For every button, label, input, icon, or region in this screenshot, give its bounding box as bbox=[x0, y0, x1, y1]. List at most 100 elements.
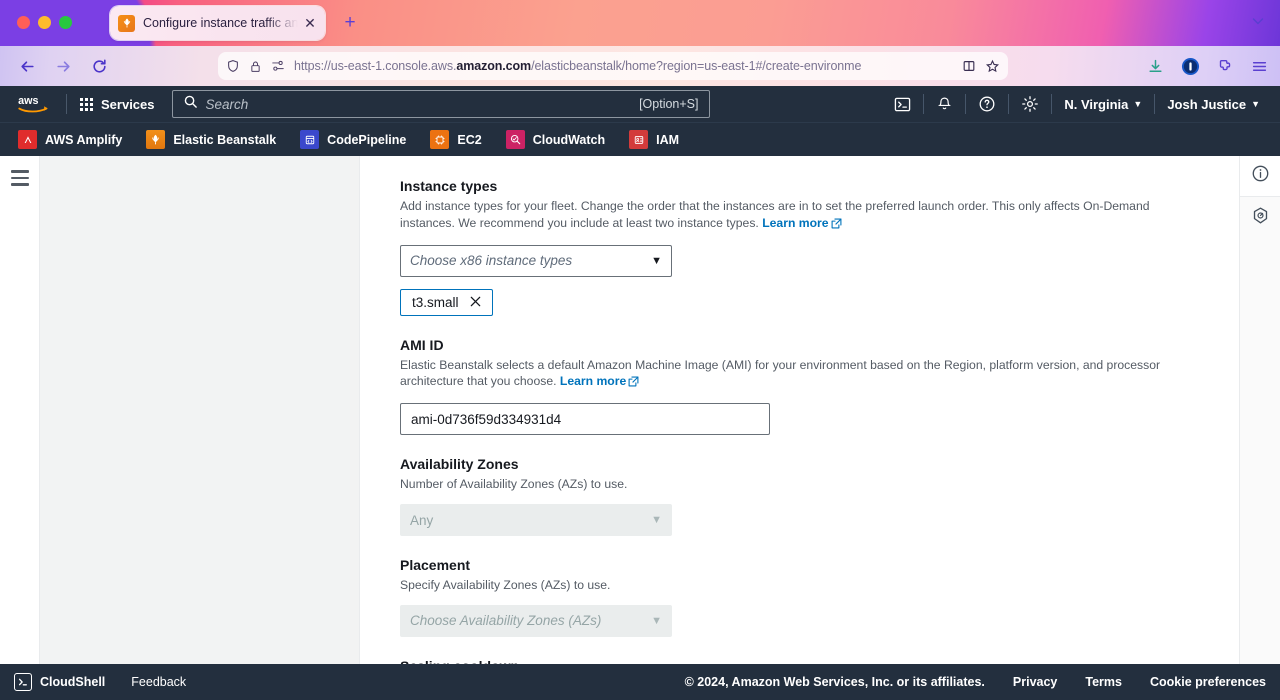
ami-id-section: AMI ID Elastic Beanstalk selects a defau… bbox=[400, 337, 1199, 436]
svg-text:aws: aws bbox=[18, 95, 38, 107]
search-icon bbox=[183, 94, 198, 114]
account-avatar-icon[interactable] bbox=[1181, 57, 1200, 76]
instance-types-learn-more-link[interactable]: Learn more bbox=[762, 216, 828, 230]
url-domain: amazon.com bbox=[456, 59, 532, 73]
window-controls[interactable] bbox=[17, 16, 72, 29]
services-label: Services bbox=[101, 96, 155, 112]
instance-types-select[interactable]: Choose x86 instance types ▼ bbox=[400, 244, 672, 277]
close-window-button[interactable] bbox=[17, 16, 30, 29]
availability-zones-label: Availability Zones bbox=[400, 456, 519, 473]
info-panel-button[interactable] bbox=[1240, 156, 1280, 197]
info-icon bbox=[1251, 164, 1270, 188]
instance-type-token[interactable]: t3.small bbox=[400, 288, 493, 316]
notifications-button[interactable] bbox=[924, 92, 965, 117]
chevron-down-icon: ▼ bbox=[651, 614, 662, 627]
services-menu-button[interactable]: Services bbox=[71, 92, 164, 117]
external-link-icon bbox=[831, 217, 842, 234]
browser-menu-icon[interactable] bbox=[1251, 58, 1268, 75]
side-panel bbox=[40, 156, 360, 680]
chevron-down-icon[interactable] bbox=[1250, 13, 1266, 32]
left-navigation-rail bbox=[0, 156, 40, 680]
account-menu[interactable]: Josh Justice ▼ bbox=[1155, 93, 1272, 116]
reload-icon[interactable] bbox=[86, 53, 112, 79]
browser-tab-title: Configure instance traffic and s bbox=[143, 16, 301, 30]
instance-types-select-value: Choose x86 instance types bbox=[410, 253, 573, 269]
right-help-rail bbox=[1240, 156, 1280, 680]
main-content: Instance types Add instance types for yo… bbox=[360, 156, 1240, 680]
search-placeholder: Search bbox=[205, 96, 249, 112]
help-button[interactable] bbox=[966, 91, 1008, 117]
favorite-label: CloudWatch bbox=[532, 132, 606, 147]
aws-amplify-icon bbox=[18, 130, 37, 149]
search-shortcut: [Option+S] bbox=[639, 97, 699, 111]
browser-tab[interactable]: Configure instance traffic and s ✕ bbox=[110, 6, 325, 40]
shield-panel-button[interactable] bbox=[1240, 197, 1280, 238]
maximize-window-button[interactable] bbox=[59, 16, 72, 29]
footer-cloudshell-button[interactable]: CloudShell bbox=[14, 673, 105, 691]
aws-logo[interactable]: aws bbox=[6, 93, 62, 115]
extensions-icon[interactable] bbox=[1217, 58, 1234, 75]
availability-zones-section: Availability Zones Number of Availabilit… bbox=[400, 456, 1199, 537]
footer-copyright: © 2024, Amazon Web Services, Inc. or its… bbox=[684, 675, 985, 689]
cloudshell-icon bbox=[14, 673, 32, 691]
remove-token-button[interactable] bbox=[469, 295, 482, 310]
elastic-beanstalk-icon bbox=[146, 130, 166, 149]
new-tab-button[interactable]: + bbox=[340, 13, 360, 33]
ami-id-learn-more-link[interactable]: Learn more bbox=[560, 374, 626, 388]
favorite-elastic-beanstalk[interactable]: Elastic Beanstalk bbox=[146, 130, 276, 149]
search-input[interactable]: Search [Option+S] bbox=[171, 90, 710, 118]
browser-tab-strip: Configure instance traffic and s ✕ + bbox=[0, 0, 1280, 46]
close-tab-button[interactable]: ✕ bbox=[301, 14, 319, 32]
chevron-down-icon: ▼ bbox=[651, 514, 662, 527]
instance-types-label: Instance types bbox=[400, 178, 498, 194]
ami-id-input[interactable]: ami-0d736f59d334931d4 bbox=[400, 403, 770, 436]
shield-icon[interactable] bbox=[226, 59, 240, 73]
settings-button[interactable] bbox=[1009, 91, 1051, 117]
chevron-down-icon: ▼ bbox=[1251, 99, 1260, 109]
permissions-icon[interactable] bbox=[271, 59, 285, 73]
page-body: Instance types Add instance types for yo… bbox=[0, 156, 1280, 680]
region-label: N. Virginia bbox=[1064, 96, 1129, 112]
instance-types-section: Instance types Add instance types for yo… bbox=[400, 178, 1199, 316]
download-icon[interactable] bbox=[1147, 58, 1164, 75]
iam-icon bbox=[629, 130, 649, 149]
region-selector[interactable]: N. Virginia ▼ bbox=[1052, 93, 1154, 116]
chevron-down-icon: ▼ bbox=[1133, 99, 1143, 109]
favorite-codepipeline[interactable]: CodePipeline bbox=[300, 130, 406, 149]
back-icon[interactable] bbox=[14, 53, 40, 79]
favorite-ec2[interactable]: EC2 bbox=[430, 130, 482, 149]
availability-zones-select[interactable]: Any ▼ bbox=[400, 504, 672, 537]
footer-cookie-preferences-link[interactable]: Cookie preferences bbox=[1150, 675, 1266, 689]
cloudshell-button[interactable] bbox=[882, 92, 923, 117]
cloudwatch-icon bbox=[505, 130, 525, 149]
url-path: /elasticbeanstalk/home?region=us-east-1#… bbox=[531, 59, 862, 73]
placement-section: Placement Specify Availability Zones (AZ… bbox=[400, 557, 1199, 637]
reader-icon[interactable] bbox=[962, 59, 976, 73]
placement-select[interactable]: Choose Availability Zones (AZs) ▼ bbox=[400, 604, 672, 637]
page-footer: CloudShell Feedback © 2024, Amazon Web S… bbox=[0, 664, 1280, 700]
forward-icon[interactable] bbox=[50, 53, 76, 79]
address-bar[interactable]: https://us-east-1.console.aws.amazon.com… bbox=[218, 52, 1008, 80]
bookmark-star-icon[interactable] bbox=[985, 59, 1000, 74]
ec2-icon bbox=[430, 130, 450, 149]
minimize-window-button[interactable] bbox=[38, 16, 51, 29]
account-label: Josh Justice bbox=[1167, 96, 1247, 112]
menu-toggle-icon[interactable] bbox=[10, 170, 29, 680]
lock-icon[interactable] bbox=[249, 60, 262, 73]
url-scheme: https://us-east-1.console.aws. bbox=[294, 59, 457, 73]
codepipeline-icon bbox=[300, 130, 320, 149]
placement-label: Placement bbox=[400, 557, 471, 574]
divider bbox=[66, 94, 67, 114]
footer-terms-link[interactable]: Terms bbox=[1085, 675, 1122, 689]
ami-id-description: Elastic Beanstalk selects a default Amaz… bbox=[400, 357, 1162, 393]
url-text[interactable]: https://us-east-1.console.aws.amazon.com… bbox=[294, 59, 953, 73]
footer-privacy-link[interactable]: Privacy bbox=[1013, 675, 1057, 689]
favorite-aws-amplify[interactable]: AWS Amplify bbox=[18, 130, 122, 149]
favorite-cloudwatch[interactable]: CloudWatch bbox=[505, 130, 606, 149]
chevron-down-icon: ▼ bbox=[651, 254, 662, 267]
footer-cloudshell-label: CloudShell bbox=[40, 675, 106, 689]
shield-hex-icon bbox=[1251, 206, 1270, 230]
footer-feedback-link[interactable]: Feedback bbox=[131, 675, 186, 689]
favorite-label: IAM bbox=[656, 132, 680, 147]
favorite-iam[interactable]: IAM bbox=[629, 130, 679, 149]
